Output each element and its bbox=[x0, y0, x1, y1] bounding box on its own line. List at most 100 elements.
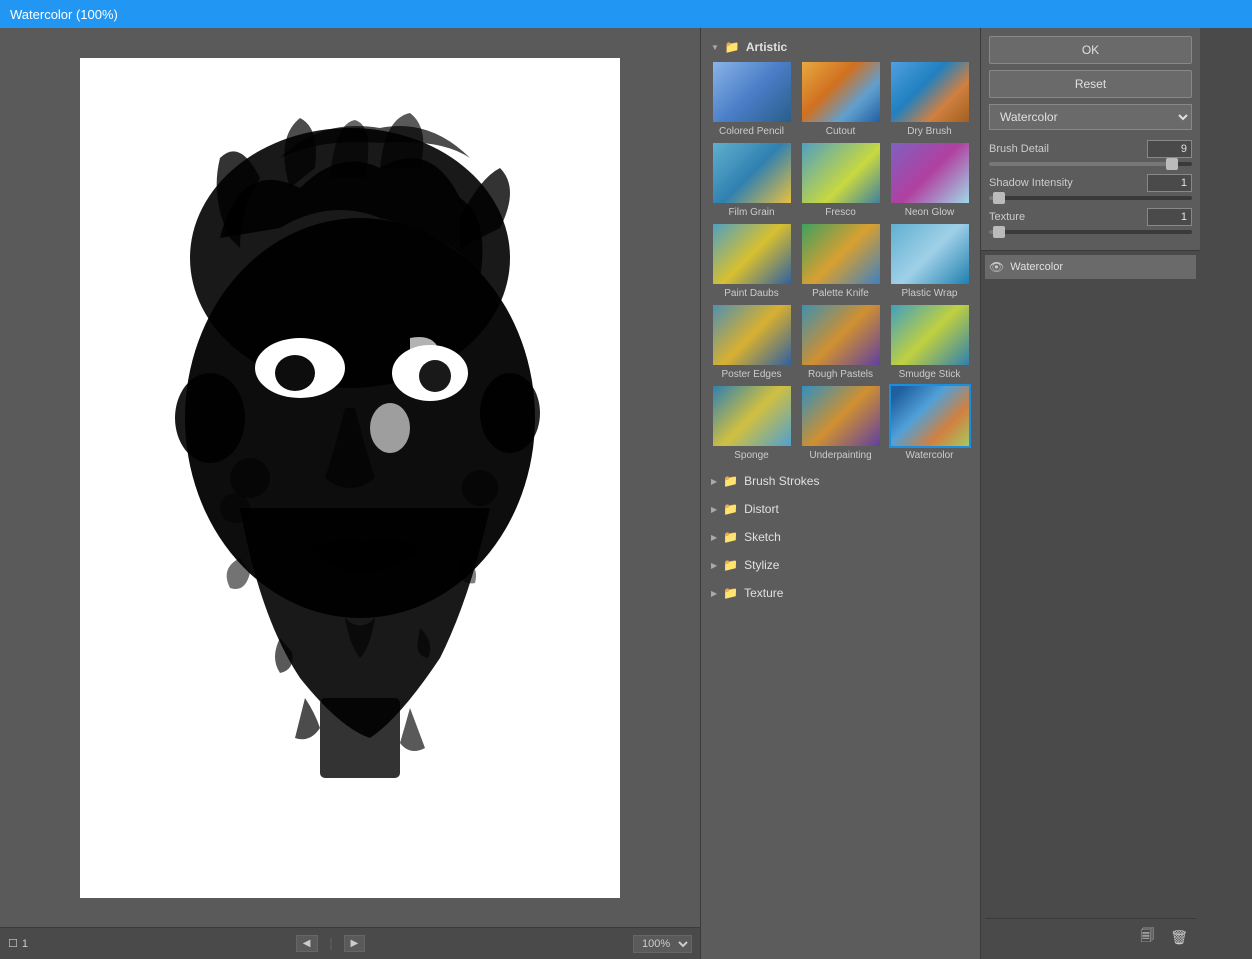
filter-palette-knife-label: Palette Knife bbox=[812, 288, 869, 299]
effect-watercolor-name: Watercolor bbox=[1010, 261, 1063, 273]
filter-dropdown-row: Watercolor Dry Brush Film Grain Fresco bbox=[989, 104, 1192, 130]
brush-strokes-folder-icon: 📁 bbox=[723, 474, 738, 488]
new-effect-button[interactable]: 🗐 bbox=[1136, 923, 1158, 951]
effects-panel-footer: 🗐 🗑 bbox=[985, 918, 1196, 955]
category-sketch[interactable]: ▶ 📁 Sketch bbox=[707, 523, 974, 551]
brush-detail-slider-thumb[interactable] bbox=[1166, 158, 1178, 170]
shadow-intensity-slider-track[interactable] bbox=[989, 196, 1192, 200]
filter-cutout[interactable]: Cutout bbox=[798, 60, 883, 137]
brush-strokes-arrow-icon: ▶ bbox=[711, 477, 717, 486]
prev-page-button[interactable]: ◀ bbox=[296, 935, 318, 952]
texture-folder-icon: 📁 bbox=[723, 586, 738, 600]
category-distort[interactable]: ▶ 📁 Distort bbox=[707, 495, 974, 523]
filter-poster-edges[interactable]: Poster Edges bbox=[709, 303, 794, 380]
controls-area: OK Reset Watercolor Dry Brush Film Grain… bbox=[981, 28, 1200, 250]
distort-label: Distort bbox=[744, 502, 779, 516]
artistic-thumbnails-grid: Colored Pencil Cutout Dry Brush Film Gra… bbox=[707, 60, 974, 467]
artistic-arrow-icon: ▼ bbox=[711, 43, 719, 52]
title-bar: Watercolor (100%) bbox=[0, 0, 1252, 28]
category-texture[interactable]: ▶ 📁 Texture bbox=[707, 579, 974, 607]
brush-detail-slider-track[interactable] bbox=[989, 162, 1192, 166]
filter-underpainting[interactable]: Underpainting bbox=[798, 384, 883, 461]
canvas-footer: ☐ 1 ◀ ▶ 100% 50% 200% bbox=[0, 927, 700, 959]
filter-neon-glow[interactable]: Neon Glow bbox=[887, 141, 972, 218]
page-checkbox: ☐ bbox=[8, 937, 18, 950]
filter-rough-pastels[interactable]: Rough Pastels bbox=[798, 303, 883, 380]
artistic-label: Artistic bbox=[746, 40, 787, 54]
texture-slider-thumb[interactable] bbox=[993, 226, 1005, 238]
ok-button[interactable]: OK bbox=[989, 36, 1192, 64]
image-canvas bbox=[80, 58, 620, 898]
filter-sponge[interactable]: Sponge bbox=[709, 384, 794, 461]
filter-palette-knife[interactable]: Palette Knife bbox=[798, 222, 883, 299]
filter-rough-pastels-label: Rough Pastels bbox=[808, 369, 873, 380]
texture-label: Texture bbox=[744, 586, 783, 600]
scrollbar-track[interactable] bbox=[330, 938, 332, 950]
filter-film-grain[interactable]: Film Grain bbox=[709, 141, 794, 218]
stylize-folder-icon: 📁 bbox=[723, 558, 738, 572]
filter-smudge-stick-label: Smudge Stick bbox=[899, 369, 961, 380]
sketch-label: Sketch bbox=[744, 530, 781, 544]
distort-arrow-icon: ▶ bbox=[711, 505, 717, 514]
face-silhouette bbox=[80, 58, 620, 898]
sketch-arrow-icon: ▶ bbox=[711, 533, 717, 542]
filter-film-grain-label: Film Grain bbox=[728, 207, 774, 218]
canvas-container bbox=[0, 28, 700, 927]
brush-detail-input[interactable] bbox=[1147, 140, 1192, 158]
filter-panel: ▼ 📁 Artistic Colored Pencil Cutout bbox=[700, 28, 980, 959]
distort-folder-icon: 📁 bbox=[723, 502, 738, 516]
main-layout: ☐ 1 ◀ ▶ 100% 50% 200% bbox=[0, 28, 1252, 959]
filter-dry-brush-label: Dry Brush bbox=[907, 126, 951, 137]
right-panel: OK Reset Watercolor Dry Brush Film Grain… bbox=[980, 28, 1200, 959]
next-page-button[interactable]: ▶ bbox=[344, 935, 366, 952]
brush-detail-row: Brush Detail bbox=[989, 140, 1192, 158]
zoom-indicator: 100% 50% 200% bbox=[633, 935, 692, 953]
sketch-folder-icon: 📁 bbox=[723, 530, 738, 544]
brush-strokes-label: Brush Strokes bbox=[744, 474, 819, 488]
texture-input[interactable] bbox=[1147, 208, 1192, 226]
title-text: Watercolor (100%) bbox=[10, 7, 118, 22]
delete-effect-button[interactable]: 🗑 bbox=[1166, 923, 1192, 951]
effects-panel: 👁 Watercolor 🗐 🗑 bbox=[981, 250, 1200, 959]
page-number: 1 bbox=[22, 938, 28, 950]
filter-smudge-stick[interactable]: Smudge Stick bbox=[887, 303, 972, 380]
filter-colored-pencil-label: Colored Pencil bbox=[719, 126, 784, 137]
filter-watercolor[interactable]: Watercolor bbox=[887, 384, 972, 461]
category-artistic[interactable]: ▼ 📁 Artistic bbox=[707, 34, 974, 60]
shadow-intensity-slider-thumb[interactable] bbox=[993, 192, 1005, 204]
visibility-eye-icon[interactable]: 👁 bbox=[989, 260, 1004, 274]
filter-paint-daubs-label: Paint Daubs bbox=[724, 288, 778, 299]
texture-slider-track[interactable] bbox=[989, 230, 1192, 234]
shadow-intensity-label: Shadow Intensity bbox=[989, 177, 1147, 189]
canvas-area: ☐ 1 ◀ ▶ 100% 50% 200% bbox=[0, 28, 700, 959]
reset-button[interactable]: Reset bbox=[989, 70, 1192, 98]
filter-fresco[interactable]: Fresco bbox=[798, 141, 883, 218]
filter-plastic-wrap-label: Plastic Wrap bbox=[902, 288, 958, 299]
filter-colored-pencil[interactable]: Colored Pencil bbox=[709, 60, 794, 137]
filter-plastic-wrap[interactable]: Plastic Wrap bbox=[887, 222, 972, 299]
filter-gallery: ▼ 📁 Artistic Colored Pencil Cutout bbox=[701, 28, 980, 959]
filter-poster-edges-label: Poster Edges bbox=[721, 369, 781, 380]
footer-left: ☐ 1 bbox=[8, 937, 28, 950]
texture-row: Texture bbox=[989, 208, 1192, 226]
brush-detail-slider-fill bbox=[989, 162, 1172, 166]
effect-watercolor-item[interactable]: 👁 Watercolor bbox=[985, 255, 1196, 279]
filter-neon-glow-label: Neon Glow bbox=[905, 207, 954, 218]
filter-paint-daubs[interactable]: Paint Daubs bbox=[709, 222, 794, 299]
texture-arrow-icon: ▶ bbox=[711, 589, 717, 598]
category-brush-strokes[interactable]: ▶ 📁 Brush Strokes bbox=[707, 467, 974, 495]
artistic-folder-icon: 📁 bbox=[725, 40, 740, 54]
zoom-select[interactable]: 100% 50% 200% bbox=[633, 935, 692, 953]
filter-dry-brush[interactable]: Dry Brush bbox=[887, 60, 972, 137]
category-stylize[interactable]: ▶ 📁 Stylize bbox=[707, 551, 974, 579]
stylize-arrow-icon: ▶ bbox=[711, 561, 717, 570]
brush-detail-label: Brush Detail bbox=[989, 143, 1147, 155]
shadow-intensity-input[interactable] bbox=[1147, 174, 1192, 192]
filter-type-select[interactable]: Watercolor Dry Brush Film Grain Fresco bbox=[989, 104, 1192, 130]
filter-watercolor-label: Watercolor bbox=[906, 450, 954, 461]
footer-nav: ◀ ▶ bbox=[296, 935, 365, 952]
shadow-intensity-row: Shadow Intensity bbox=[989, 174, 1192, 192]
texture-label: Texture bbox=[989, 211, 1147, 223]
filter-underpainting-label: Underpainting bbox=[809, 450, 871, 461]
filter-cutout-label: Cutout bbox=[826, 126, 855, 137]
